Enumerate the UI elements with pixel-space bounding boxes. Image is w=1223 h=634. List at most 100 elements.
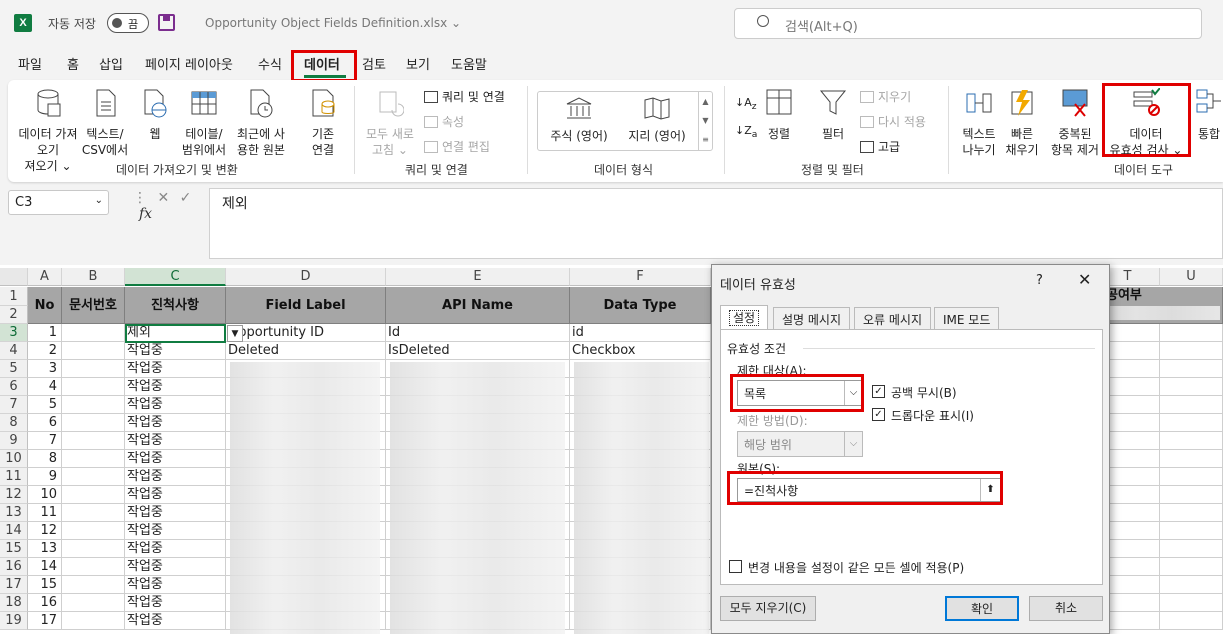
flash-fill-button[interactable]: 빠른 채우기 [1002, 88, 1042, 158]
row-header[interactable]: 6 [0, 378, 28, 396]
cell-doc-number[interactable] [62, 432, 125, 450]
row-header[interactable]: 2 [0, 306, 28, 324]
cell-u[interactable] [1160, 378, 1223, 396]
cell-status[interactable]: 작업중 [125, 468, 226, 486]
cell-doc-number[interactable] [62, 612, 125, 630]
cell-no[interactable]: 12 [28, 522, 62, 540]
refresh-all-button[interactable]: 모두 새로 고침 ⌄ [360, 88, 420, 158]
cell-doc-number[interactable] [62, 360, 125, 378]
cell-dropdown-arrow-icon[interactable]: ▼ [227, 325, 243, 342]
cell-doc-number[interactable] [62, 414, 125, 432]
header-data-type[interactable]: Data Type [570, 287, 711, 324]
tab-formulas[interactable]: 수식 [258, 54, 282, 73]
cell-u[interactable] [1160, 450, 1223, 468]
web-button[interactable]: 웹 [138, 88, 172, 142]
cell-doc-number[interactable] [62, 522, 125, 540]
cell-u[interactable] [1160, 486, 1223, 504]
cell-api-name[interactable]: IsDeleted [386, 342, 570, 360]
cell-doc-number[interactable] [62, 450, 125, 468]
clear-filter-button[interactable]: 지우기 [860, 88, 911, 105]
stocks-button[interactable]: 주식 (영어) [544, 96, 614, 144]
name-box[interactable]: C3 ⌄ [8, 190, 109, 215]
cell-doc-number[interactable] [62, 378, 125, 396]
gallery-scroll[interactable]: ▲ ▼ ≡ [698, 92, 712, 150]
reapply-button[interactable]: 다시 적용 [860, 113, 926, 130]
header-field-label[interactable]: Field Label [226, 287, 386, 324]
data-validation-button[interactable]: 데이터 유효성 검사 ⌄ [1104, 87, 1188, 158]
cell-u[interactable] [1160, 576, 1223, 594]
cell-status[interactable]: 작업중 [125, 342, 226, 360]
cell-no[interactable]: 1 [28, 324, 62, 342]
cell-status[interactable]: 작업중 [125, 378, 226, 396]
cell-u[interactable] [1160, 504, 1223, 522]
tab-ime-mode[interactable]: IME 모드 [934, 307, 1000, 329]
apply-all-checkbox[interactable] [729, 560, 742, 573]
queries-connections-button[interactable]: 쿼리 및 연결 [424, 88, 505, 105]
cell-no[interactable]: 2 [28, 342, 62, 360]
cell-doc-number[interactable] [62, 594, 125, 612]
cell-status[interactable]: 작업중 [125, 414, 226, 432]
cell-no[interactable]: 14 [28, 558, 62, 576]
sort-button[interactable]: 정렬 [762, 88, 796, 142]
header-doc-number[interactable]: 문서번호 [62, 287, 125, 324]
cell-status[interactable]: 작업중 [125, 576, 226, 594]
text-csv-button[interactable]: 텍스트/CSV에서 [80, 88, 130, 158]
cell-status[interactable]: 작업중 [125, 504, 226, 522]
tab-help[interactable]: 도움말 [451, 54, 487, 73]
row-header[interactable]: 10 [0, 450, 28, 468]
row-header[interactable]: 7 [0, 396, 28, 414]
tab-file[interactable]: 파일 [18, 54, 42, 73]
table-range-button[interactable]: 테이블/범위에서 [176, 88, 232, 158]
clear-all-button[interactable]: 모두 지우기(C) [720, 596, 816, 621]
cell-u[interactable] [1160, 468, 1223, 486]
properties-button[interactable]: 속성 [424, 113, 464, 130]
cell-doc-number[interactable] [62, 504, 125, 522]
cell-status[interactable]: 작업중 [125, 612, 226, 630]
cell-field-label[interactable]: Deleted [226, 342, 386, 360]
save-icon[interactable] [158, 14, 175, 31]
row-header[interactable]: 15 [0, 540, 28, 558]
search-box[interactable]: 검색(Alt+Q) [734, 8, 1202, 39]
formula-input[interactable]: 제외 [209, 188, 1223, 259]
data-select[interactable]: 해당 범위 ⌵ [737, 431, 863, 457]
ok-button[interactable]: 확인 [945, 596, 1019, 621]
column-header-f[interactable]: F [570, 268, 711, 286]
cell-status[interactable]: 작업중 [125, 594, 226, 612]
edit-links-button[interactable]: 연결 편집 [424, 138, 490, 155]
row-header[interactable]: 13 [0, 504, 28, 522]
cell-no[interactable]: 16 [28, 594, 62, 612]
cell-field-label[interactable]: Opportunity ID [226, 324, 386, 342]
geography-button[interactable]: 지리 (영어) [622, 96, 692, 144]
sort-desc-button[interactable]: ↓Za [735, 124, 757, 140]
select-all-corner[interactable] [0, 268, 28, 286]
close-icon[interactable]: ✕ [1078, 270, 1091, 289]
tab-input-message[interactable]: 설명 메시지 [773, 307, 851, 329]
enter-icon[interactable]: ✓ [180, 190, 192, 206]
column-header-c[interactable]: C [125, 268, 226, 286]
row-header[interactable]: 9 [0, 432, 28, 450]
cell-u[interactable] [1160, 414, 1223, 432]
row-header[interactable]: 4 [0, 342, 28, 360]
source-input[interactable]: =진척사항 ⬆ [737, 478, 1001, 502]
cell-no[interactable]: 6 [28, 414, 62, 432]
row-header[interactable]: 3 [0, 324, 28, 342]
row-header[interactable]: 12 [0, 486, 28, 504]
existing-connections-button[interactable]: 기존 연결 [300, 88, 346, 158]
cell-status[interactable]: 작업중 [125, 360, 226, 378]
column-header-d[interactable]: D [226, 268, 386, 286]
cell-doc-number[interactable] [62, 540, 125, 558]
consolidate-button[interactable]: 통합 [1192, 88, 1223, 142]
cell-status[interactable]: 작업중 [125, 558, 226, 576]
cell-no[interactable]: 7 [28, 432, 62, 450]
column-header-a[interactable]: A [28, 268, 62, 286]
tab-data[interactable]: 데이터 [304, 54, 340, 73]
cell-doc-number[interactable] [62, 486, 125, 504]
cell-doc-number[interactable] [62, 342, 125, 360]
cell-u[interactable] [1160, 594, 1223, 612]
row-header[interactable]: 11 [0, 468, 28, 486]
cell-doc-number[interactable] [62, 396, 125, 414]
cell-u[interactable] [1160, 342, 1223, 360]
data-types-gallery[interactable]: 주식 (영어) 지리 (영어) ▲ ▼ ≡ [537, 91, 713, 151]
row-header[interactable]: 8 [0, 414, 28, 432]
cancel-icon[interactable]: ✕ [157, 190, 169, 206]
